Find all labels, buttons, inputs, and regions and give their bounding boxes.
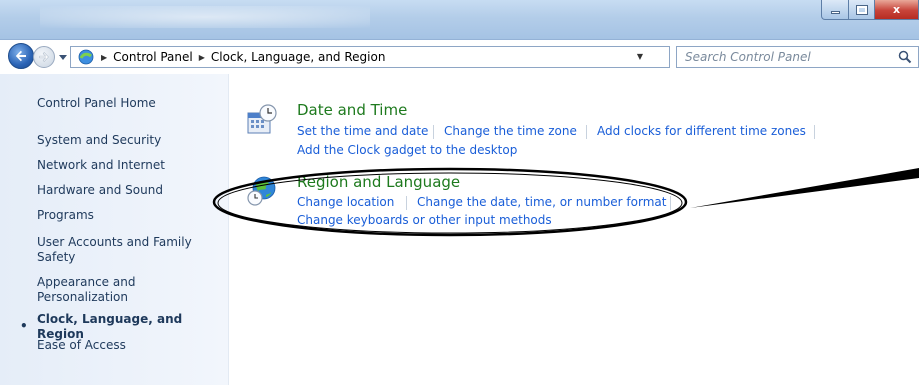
link-add-clock-gadget[interactable]: Add the Clock gadget to the desktop xyxy=(297,143,517,157)
region-and-language-icon[interactable] xyxy=(246,175,278,207)
sidebar-item-network-and-internet[interactable]: Network and Internet xyxy=(37,158,217,173)
search-icon[interactable] xyxy=(898,50,912,64)
back-arrow-icon xyxy=(15,50,26,62)
sidebar-item-appearance[interactable]: Appearance and Personalization xyxy=(37,275,167,305)
link-change-time-zone[interactable]: Change the time zone xyxy=(444,124,577,138)
address-dropdown-icon[interactable]: ▼ xyxy=(637,52,643,61)
breadcrumb-arrow-icon[interactable]: ▶ xyxy=(101,53,107,62)
close-button[interactable]: x xyxy=(875,0,919,20)
title-bar: x xyxy=(0,0,919,40)
link-separator xyxy=(670,196,671,210)
forward-arrow-icon xyxy=(39,52,49,62)
main-content xyxy=(229,74,919,385)
date-and-time-icon[interactable] xyxy=(246,103,278,135)
maximize-icon xyxy=(855,4,868,15)
caption-buttons: x xyxy=(821,0,919,22)
link-change-keyboards[interactable]: Change keyboards or other input methods xyxy=(297,213,552,227)
link-change-date-time-format[interactable]: Change the date, time, or number format xyxy=(417,195,666,209)
sidebar-item-ease-of-access[interactable]: Ease of Access xyxy=(37,338,217,353)
link-set-time-and-date[interactable]: Set the time and date xyxy=(297,124,428,138)
current-page-bullet: • xyxy=(20,319,28,333)
link-separator xyxy=(406,196,407,210)
sidebar-item-user-accounts[interactable]: User Accounts and Family Safety xyxy=(37,235,197,265)
close-icon: x xyxy=(892,3,901,16)
sidebar-item-hardware-and-sound[interactable]: Hardware and Sound xyxy=(37,183,217,198)
breadcrumb-arrow-icon[interactable]: ▶ xyxy=(199,53,205,62)
sidebar-item-control-panel-home[interactable]: Control Panel Home xyxy=(37,96,217,111)
link-add-clocks[interactable]: Add clocks for different time zones xyxy=(597,124,806,138)
navigation-row: ▶ Control Panel ▶ Clock, Language, and R… xyxy=(0,40,919,74)
link-change-location[interactable]: Change location xyxy=(297,195,394,209)
sidebar-item-programs[interactable]: Programs xyxy=(37,208,217,223)
category-title-date-and-time[interactable]: Date and Time xyxy=(297,101,407,119)
category-title-region-and-language[interactable]: Region and Language xyxy=(297,173,460,191)
search-input[interactable]: Search Control Panel xyxy=(676,46,919,68)
link-separator xyxy=(814,125,815,139)
recent-pages-dropdown-icon[interactable] xyxy=(58,52,68,62)
address-bar[interactable]: ▶ Control Panel ▶ Clock, Language, and R… xyxy=(70,46,741,68)
maximize-button[interactable] xyxy=(849,0,875,20)
back-button[interactable] xyxy=(8,43,34,69)
link-separator xyxy=(433,125,434,139)
minimize-button[interactable] xyxy=(821,0,849,20)
breadcrumb-control-panel[interactable]: Control Panel xyxy=(113,50,193,64)
minimize-icon xyxy=(830,11,840,14)
search-placeholder: Search Control Panel xyxy=(685,50,811,64)
forward-button[interactable] xyxy=(33,46,55,68)
title-glow xyxy=(40,6,370,28)
control-panel-icon xyxy=(77,48,95,66)
breadcrumb-clock-language-region[interactable]: Clock, Language, and Region xyxy=(211,50,386,64)
link-separator xyxy=(586,125,587,139)
sidebar-item-system-and-security[interactable]: System and Security xyxy=(37,133,217,148)
